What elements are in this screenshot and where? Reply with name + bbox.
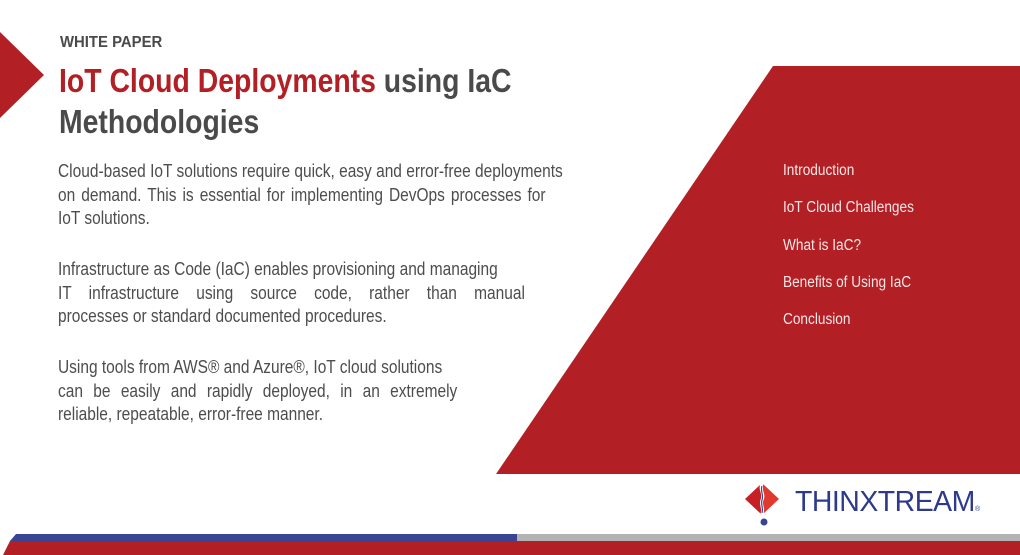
title-line-2: Methodologies xyxy=(59,103,260,140)
left-arrow-triangle xyxy=(0,32,44,118)
toc-item-introduction[interactable]: Introduction xyxy=(783,160,914,197)
registered-mark: ® xyxy=(975,506,981,513)
diamond-exclamation-icon xyxy=(745,483,779,526)
paragraph-line: processes or standard documented procedu… xyxy=(58,306,387,326)
title-line-1: IoT Cloud Deployments using IaC xyxy=(59,60,541,101)
paragraph-line: IT infrastructure using source code, rat… xyxy=(58,282,525,303)
toc-item-iot-cloud-challenges[interactable]: IoT Cloud Challenges xyxy=(783,197,914,234)
footer-red-bar xyxy=(3,541,1020,555)
footer-blue-bar xyxy=(10,534,517,541)
table-of-contents: Introduction IoT Cloud Challenges What i… xyxy=(783,160,932,346)
intro-paragraph-2: Infrastructure as Code (IaC) enables pro… xyxy=(58,258,613,329)
paragraph-line: Cloud-based IoT solutions require quick,… xyxy=(58,161,563,181)
title-accent: IoT Cloud Deployments xyxy=(59,62,376,99)
toc-item-conclusion[interactable]: Conclusion xyxy=(783,309,914,346)
title-rest: using IaC xyxy=(375,62,512,99)
toc-item-benefits-of-iac[interactable]: Benefits of Using IaC xyxy=(783,272,914,309)
toc-item-what-is-iac[interactable]: What is IaC? xyxy=(783,235,914,272)
paragraph-line: IoT solutions. xyxy=(58,208,150,228)
brand-name: THINXTREAM xyxy=(795,486,975,518)
intro-paragraph-1: Cloud-based IoT solutions require quick,… xyxy=(58,160,677,231)
intro-paragraph-3: Using tools from AWS® and Azure®, IoT cl… xyxy=(58,356,540,427)
paragraph-line: reliable, repeatable, error-free manner. xyxy=(58,404,324,424)
paragraph-line: Using tools from AWS® and Azure®, IoT cl… xyxy=(58,357,443,377)
paragraph-line: on demand. This is essential for impleme… xyxy=(58,184,546,205)
document-kicker: WHITE PAPER xyxy=(60,34,163,51)
paragraph-line: Infrastructure as Code (IaC) enables pro… xyxy=(58,259,498,279)
footer-gray-bar xyxy=(517,534,1020,541)
thinxtream-logo: THINXTREAM ® xyxy=(743,482,983,528)
paragraph-line: can be easily and rapidly deployed, in a… xyxy=(58,380,458,401)
document-title: IoT Cloud Deployments using IaC Methodol… xyxy=(59,60,541,142)
